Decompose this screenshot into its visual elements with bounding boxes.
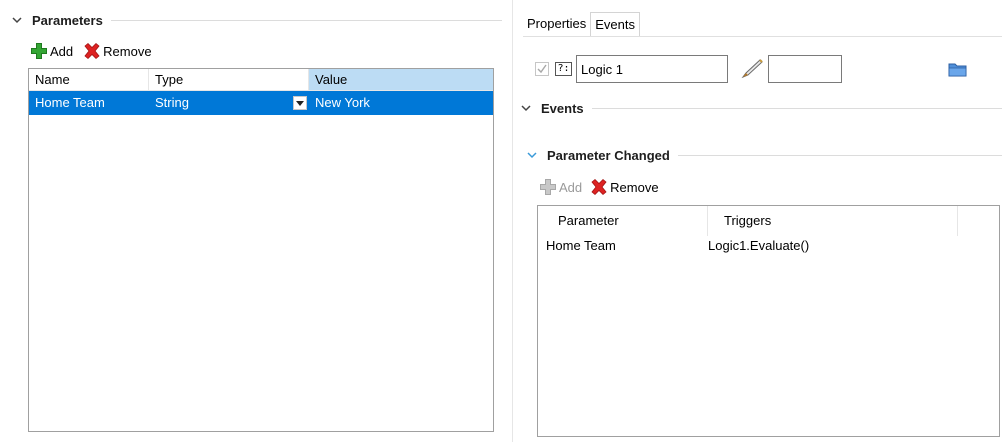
section-divider bbox=[591, 107, 1002, 109]
parameters-section-title: Parameters bbox=[32, 12, 103, 28]
cell-type: String bbox=[155, 95, 189, 110]
parameters-section-header[interactable]: Parameters bbox=[12, 11, 502, 29]
remove-icon bbox=[591, 178, 607, 196]
section-divider bbox=[110, 19, 502, 21]
tab-properties[interactable]: Properties bbox=[523, 12, 590, 36]
cell-name[interactable]: Home Team bbox=[29, 91, 149, 115]
add-icon bbox=[31, 43, 47, 59]
column-header-name[interactable]: Name bbox=[29, 69, 149, 90]
dropdown-arrow-icon bbox=[296, 100, 304, 106]
type-select[interactable]: String bbox=[149, 91, 309, 115]
cell-parameter[interactable]: Home Team bbox=[538, 236, 708, 256]
pen-icon[interactable] bbox=[740, 58, 766, 80]
check-icon bbox=[537, 64, 547, 74]
table-header: Parameter Triggers bbox=[538, 206, 999, 236]
table-row[interactable]: Home Team Logic1.Evaluate() bbox=[538, 236, 999, 256]
column-header-value[interactable]: Value bbox=[309, 69, 493, 90]
enabled-checkbox[interactable] bbox=[535, 62, 549, 76]
cell-triggers[interactable]: Logic1.Evaluate() bbox=[708, 236, 999, 256]
add-icon bbox=[540, 179, 556, 195]
remove-icon bbox=[84, 42, 100, 60]
object-name-field[interactable] bbox=[576, 55, 728, 83]
tab-divider bbox=[523, 36, 1002, 37]
parameters-panel: Parameters Add Remove Name Type Value Ho… bbox=[0, 0, 512, 442]
type-dropdown-button[interactable] bbox=[293, 96, 307, 110]
chevron-down-icon[interactable] bbox=[12, 15, 22, 25]
type-badge: ?: bbox=[555, 62, 572, 76]
table-row[interactable]: Home Team String New York bbox=[29, 91, 493, 115]
column-header-parameter[interactable]: Parameter bbox=[538, 206, 708, 236]
properties-panel: Properties Events ?: Events bbox=[513, 0, 1002, 442]
column-header-type[interactable]: Type bbox=[149, 69, 309, 90]
table-header: Name Type Value bbox=[29, 69, 493, 91]
events-section-title: Events bbox=[541, 100, 584, 116]
remove-parameter-button[interactable]: Remove bbox=[83, 42, 152, 60]
add-label: Add bbox=[50, 43, 74, 59]
remove-label: Remove bbox=[610, 179, 659, 195]
column-header-filler bbox=[958, 206, 999, 236]
chevron-down-icon[interactable] bbox=[521, 103, 531, 113]
remove-label: Remove bbox=[103, 43, 152, 59]
triggers-table[interactable]: Parameter Triggers Home Team Logic1.Eval… bbox=[537, 205, 1000, 437]
add-trigger-button[interactable]: Add bbox=[539, 178, 582, 196]
parameters-table[interactable]: Name Type Value Home Team String New Yor… bbox=[28, 68, 494, 432]
section-divider bbox=[677, 154, 1002, 156]
object-number-field[interactable] bbox=[768, 55, 842, 83]
parameter-changed-toolbar: Add Remove bbox=[539, 177, 659, 197]
chevron-down-icon[interactable] bbox=[527, 150, 537, 160]
tab-events[interactable]: Events bbox=[590, 12, 640, 36]
add-parameter-button[interactable]: Add bbox=[30, 42, 73, 60]
parameter-changed-section-title: Parameter Changed bbox=[547, 147, 670, 163]
parameter-changed-section-header[interactable]: Parameter Changed bbox=[527, 146, 1002, 164]
events-section-header[interactable]: Events bbox=[521, 99, 1002, 117]
folder-icon[interactable] bbox=[948, 60, 968, 78]
tab-bar: Properties Events bbox=[523, 12, 640, 36]
add-label: Add bbox=[559, 179, 583, 195]
parameters-toolbar: Add Remove bbox=[30, 41, 152, 61]
cell-value[interactable]: New York bbox=[309, 91, 493, 115]
column-header-triggers[interactable]: Triggers bbox=[708, 206, 958, 236]
remove-trigger-button[interactable]: Remove bbox=[590, 178, 659, 196]
object-row: ?: bbox=[535, 55, 968, 83]
